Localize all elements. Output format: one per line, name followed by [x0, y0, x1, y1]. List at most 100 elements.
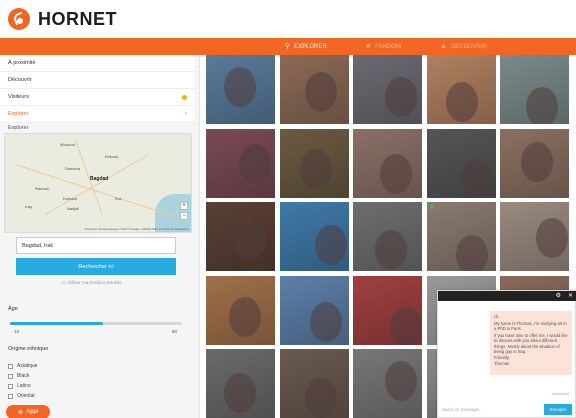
- star-icon: ★: [365, 43, 372, 50]
- profile-photo-tile[interactable]: [426, 128, 496, 198]
- hornet-logo-icon[interactable]: [8, 8, 30, 30]
- map-label: Karbala: [63, 196, 77, 201]
- sidebar-item-label: Explorer: [8, 111, 29, 117]
- checkbox-icon[interactable]: [8, 363, 13, 369]
- main-nav: ⚲ Explorer ★ Fandom ▲ Découvrir: [0, 38, 576, 55]
- sidebar-item-nearby[interactable]: À proximité: [0, 55, 195, 72]
- checkbox-icon[interactable]: [8, 373, 13, 379]
- photo-subject-shape: [536, 218, 568, 258]
- profile-photo-tile[interactable]: [206, 55, 275, 124]
- nav-label: Fandom: [375, 43, 401, 50]
- search-here-button[interactable]: Rechercher ici: [16, 258, 176, 275]
- apply-filters-button[interactable]: ⚙ Appl: [6, 405, 50, 418]
- photo-subject-shape: [224, 373, 256, 413]
- filter-icon: ⚙: [17, 409, 24, 416]
- location-input[interactable]: Bagdad, Irak: [16, 237, 176, 254]
- photo-subject-shape: [521, 141, 553, 182]
- photo-subject-shape: [380, 153, 412, 194]
- chat-message-line: If you have time to offer me, I would li…: [494, 332, 568, 355]
- profile-photo-tile[interactable]: [426, 202, 496, 271]
- chevron-right-icon: ›: [185, 111, 187, 117]
- sidebar-item-label: À proximité: [8, 60, 36, 66]
- checkbox-icon[interactable]: [8, 383, 13, 389]
- brand-name: HORNET: [38, 8, 117, 29]
- location-pin-icon: ⚲: [285, 43, 291, 50]
- ethnicity-option-oriental[interactable]: Oriental: [8, 393, 35, 399]
- map-label: Mossoul: [60, 142, 75, 147]
- map-credit: Données cartographiques ©2017 Google, OR…: [85, 227, 189, 231]
- chat-message-bubble: Hi, My name is Thomas, I'm studying art i…: [490, 311, 572, 375]
- map-city-label: Bagdad: [90, 176, 109, 182]
- chat-message-line: Thomas: [494, 361, 510, 366]
- profile-photo-tile[interactable]: [206, 128, 275, 198]
- profile-photo-tile[interactable]: [353, 349, 422, 418]
- use-current-position-link[interactable]: ⊙ Utiliser ma position actuelle: [62, 280, 122, 286]
- chat-message-input[interactable]: Saisir un message...: [442, 404, 542, 414]
- checkbox-icon[interactable]: [8, 393, 13, 399]
- ethnicity-filter-label: Origine ethnique: [8, 346, 49, 352]
- apply-button-label: Appl: [26, 409, 39, 415]
- map-label: Ramadi: [35, 186, 49, 191]
- profile-photo-tile[interactable]: [279, 202, 349, 271]
- sidebar-item-explorer[interactable]: Explorer ›: [0, 106, 195, 123]
- ethnicity-option-label: Oriental: [17, 393, 35, 399]
- sidebar-item-label: Visiteurs: [8, 94, 29, 100]
- profile-photo-tile[interactable]: [500, 202, 569, 271]
- profile-photo-tile[interactable]: [206, 349, 275, 418]
- profile-photo-tile[interactable]: [279, 55, 349, 124]
- map-label: Kut: [115, 196, 122, 201]
- photo-subject-shape: [460, 158, 493, 198]
- profile-photo-tile[interactable]: [279, 349, 349, 418]
- ethnicity-option-label: Latino: [17, 383, 31, 389]
- close-icon[interactable]: ✕: [568, 292, 573, 300]
- profile-photo-tile[interactable]: [206, 275, 275, 345]
- sidebar-item-label: Découvrir: [8, 77, 32, 83]
- photo-subject-shape: [304, 72, 337, 112]
- discover-icon: ▲: [440, 43, 447, 50]
- profile-photo-tile[interactable]: [206, 202, 275, 271]
- age-filter-label: Âge: [8, 306, 18, 312]
- nav-discover[interactable]: ▲ Découvrir: [440, 38, 487, 55]
- profile-photo-tile[interactable]: [353, 55, 422, 124]
- profile-photo-tile[interactable]: [500, 128, 569, 198]
- ethnicity-option-label: Asiatique: [17, 363, 38, 369]
- photo-subject-shape: [224, 67, 256, 107]
- ethnicity-option-asian[interactable]: Asiatique: [8, 363, 38, 369]
- ethnicity-option-latino[interactable]: Latino: [8, 383, 31, 389]
- location-map[interactable]: Mossoul Kirkouk Samarra Ramadi Karbala N…: [4, 133, 192, 233]
- profile-photo-tile[interactable]: [279, 128, 349, 198]
- nav-fandom[interactable]: ★ Fandom: [365, 38, 401, 55]
- photo-subject-shape: [385, 361, 417, 401]
- photo-subject-shape: [375, 230, 407, 270]
- chat-send-button[interactable]: Envoyer: [544, 404, 572, 415]
- sidebar-item-discover[interactable]: Découvrir: [0, 72, 195, 89]
- map-label: Samarra: [65, 166, 81, 171]
- chat-message-line: My name is Thomas, I'm studying art in a…: [494, 320, 567, 332]
- age-range-slider[interactable]: [10, 322, 182, 325]
- profile-photo-tile[interactable]: [279, 275, 349, 345]
- map-zoom-out-button[interactable]: −: [180, 212, 188, 220]
- photo-subject-shape: [385, 77, 417, 117]
- profile-photo-tile[interactable]: [353, 275, 422, 345]
- map-road: [44, 154, 150, 215]
- photo-subject-shape: [304, 378, 337, 418]
- online-status-icon: [429, 205, 434, 209]
- photo-subject-shape: [309, 301, 342, 342]
- ethnicity-option-black[interactable]: Black: [8, 373, 29, 379]
- photo-subject-shape: [455, 235, 488, 271]
- profile-photo-tile[interactable]: [426, 55, 496, 124]
- nav-explorer[interactable]: ⚲ Explorer: [285, 38, 327, 55]
- map-zoom-in-button[interactable]: +: [180, 202, 188, 210]
- notification-dot-icon: [182, 94, 187, 100]
- profile-photo-tile[interactable]: [353, 128, 422, 198]
- age-max-value: 80: [172, 329, 178, 334]
- sidebar-item-visitors[interactable]: Visiteurs: [0, 89, 195, 106]
- nav-label: Explorer: [294, 43, 327, 50]
- chat-window: ⚙ ✕ Hi, My name is Thomas, I'm studying a…: [437, 290, 576, 418]
- profile-photo-tile[interactable]: [353, 202, 422, 271]
- chat-header: ⚙ ✕: [438, 291, 576, 301]
- profile-photo-tile[interactable]: [500, 55, 569, 124]
- photo-subject-shape: [299, 148, 332, 189]
- gear-icon[interactable]: ⚙: [556, 292, 561, 300]
- nav-label: Découvrir: [450, 43, 487, 50]
